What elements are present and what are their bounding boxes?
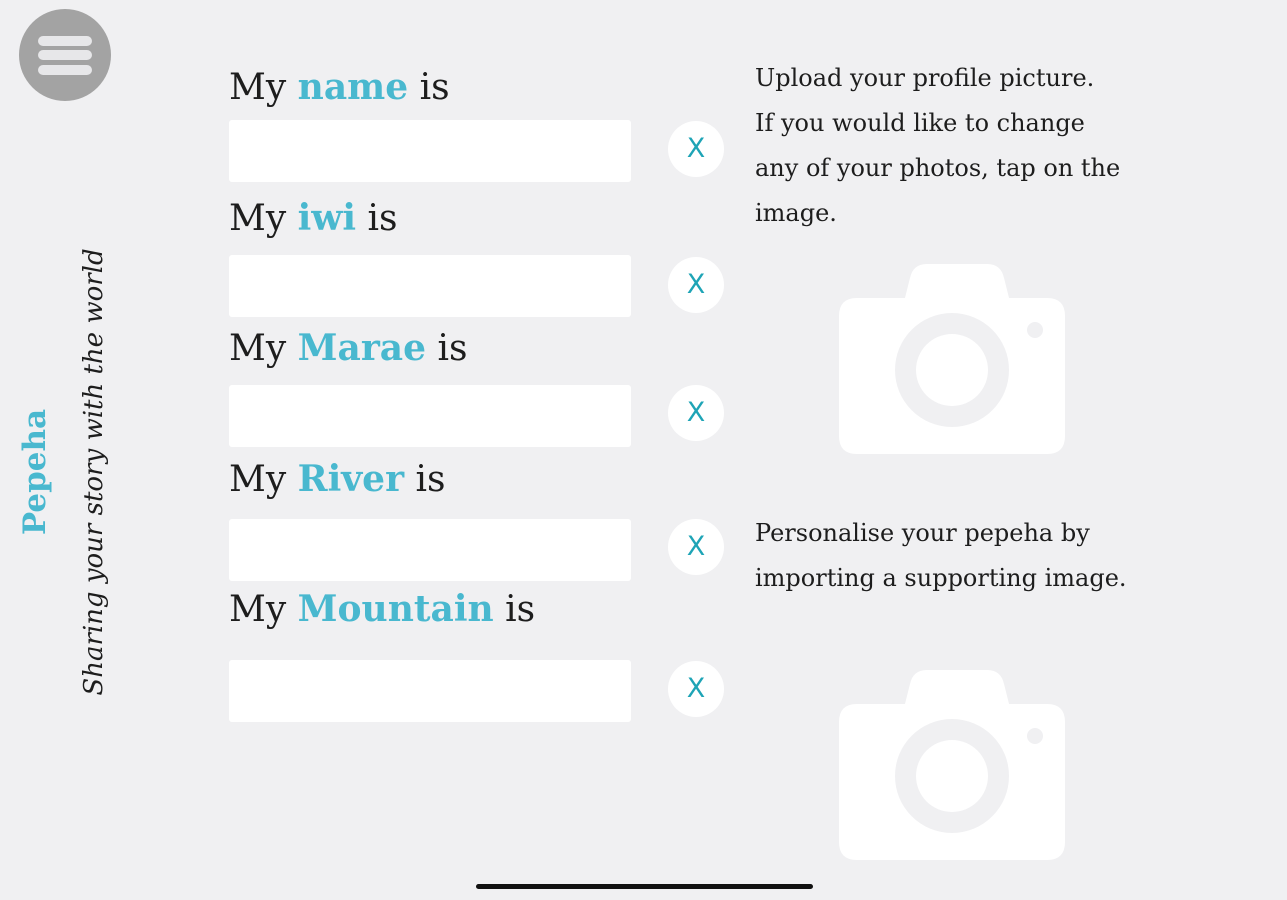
label-prefix: My <box>229 67 287 108</box>
clear-mountain-button[interactable]: X <box>668 661 724 717</box>
label-suffix: is <box>505 589 536 630</box>
label-prefix: My <box>229 198 287 239</box>
pepeha-screen: Pepeha Sharing your story with the world… <box>0 0 1287 900</box>
brand-sidebar: Pepeha Sharing your story with the world <box>0 0 130 900</box>
clear-name-button[interactable]: X <box>668 121 724 177</box>
iwi-label: My iwi is <box>229 197 397 239</box>
name-label: My name is <box>229 66 450 108</box>
instruction-line: any of your photos, tap on the <box>755 154 1121 182</box>
profile-picture-instructions: Upload your profile picture. If you woul… <box>755 56 1175 236</box>
app-tagline: Sharing your story with the world <box>79 248 109 696</box>
label-prefix: My <box>229 328 287 369</box>
label-suffix: is <box>367 198 398 239</box>
instruction-line: If you would like to change <box>755 109 1085 137</box>
supporting-image-instructions: Personalise your pepeha by importing a s… <box>755 511 1175 601</box>
instruction-line: image. <box>755 199 837 227</box>
iwi-input[interactable] <box>229 255 631 317</box>
clear-marae-button[interactable]: X <box>668 385 724 441</box>
mountain-input[interactable] <box>229 660 631 722</box>
marae-input[interactable] <box>229 385 631 447</box>
instruction-line: Upload your profile picture. <box>755 64 1095 92</box>
mountain-label: My Mountain is <box>229 588 535 630</box>
label-suffix: is <box>419 67 450 108</box>
clear-river-button[interactable]: X <box>668 519 724 575</box>
label-prefix: My <box>229 459 287 500</box>
profile-picture-upload[interactable] <box>837 262 1067 456</box>
clear-iwi-button[interactable]: X <box>668 257 724 313</box>
river-input[interactable] <box>229 519 631 581</box>
river-label: My River is <box>229 458 446 500</box>
label-prefix: My <box>229 589 287 630</box>
label-keyword: iwi <box>297 197 356 239</box>
app-title: Pepeha <box>17 408 53 536</box>
camera-icon <box>839 264 1065 454</box>
label-keyword: River <box>297 458 405 500</box>
label-keyword: Mountain <box>297 588 494 630</box>
label-suffix: is <box>437 328 468 369</box>
home-indicator[interactable] <box>476 884 813 889</box>
instruction-line: importing a supporting image. <box>755 564 1127 592</box>
camera-icon <box>839 670 1065 860</box>
supporting-image-upload[interactable] <box>837 668 1067 862</box>
label-suffix: is <box>415 459 446 500</box>
label-keyword: name <box>297 66 409 108</box>
instruction-line: Personalise your pepeha by <box>755 519 1090 547</box>
name-input[interactable] <box>229 120 631 182</box>
label-keyword: Marae <box>297 327 427 369</box>
marae-label: My Marae is <box>229 327 467 369</box>
